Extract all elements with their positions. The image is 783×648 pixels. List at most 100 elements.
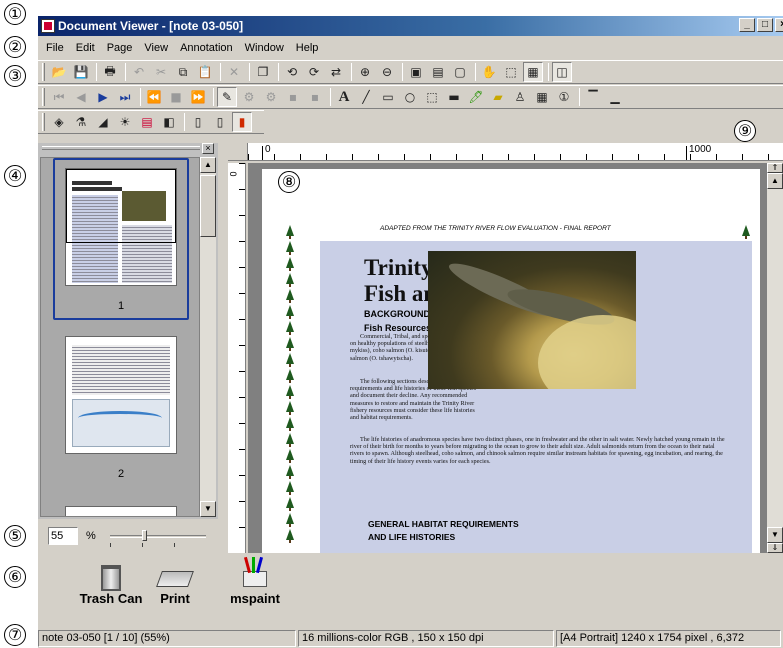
annotation-tool-1-icon[interactable]: ⚙ xyxy=(239,87,259,107)
close-button[interactable]: × xyxy=(775,18,783,32)
trash-can-shortcut[interactable]: Trash Can xyxy=(76,565,146,606)
rotate-left-icon[interactable]: ⟲ xyxy=(282,62,302,82)
menu-page[interactable]: Page xyxy=(101,42,139,54)
grayscale-icon[interactable]: ◧ xyxy=(159,112,179,132)
print-icon[interactable]: 🖶 xyxy=(100,62,120,82)
document-scroll-bottom-button[interactable]: ⇓ xyxy=(767,543,783,553)
color-balance-icon[interactable]: ▤ xyxy=(137,112,157,132)
gray-mode-icon[interactable]: ▯ xyxy=(210,112,230,132)
brightness-icon[interactable]: ☀ xyxy=(115,112,135,132)
stamp-tool-icon[interactable]: ♙ xyxy=(510,87,530,107)
header-icon[interactable]: ▔ xyxy=(583,87,603,107)
copy-icon[interactable]: ⧉ xyxy=(173,62,193,82)
footer-icon[interactable]: ▁ xyxy=(605,87,625,107)
tree-ornament xyxy=(286,497,294,511)
rotate-right-icon[interactable]: ⟳ xyxy=(304,62,324,82)
scroll-thumb[interactable] xyxy=(200,175,216,237)
actual-size-icon[interactable]: ▢ xyxy=(450,62,470,82)
status-page-size: [A4 Portrait] 1240 x 1754 pixel , 6,372 xyxy=(556,630,781,647)
fit-page-icon[interactable]: ▣ xyxy=(406,62,426,82)
ruler-origin-tick xyxy=(262,146,263,160)
date-stamp-icon[interactable]: ▦ xyxy=(532,87,552,107)
print-shortcut[interactable]: Print xyxy=(150,565,200,606)
ruler-1000-tick xyxy=(686,146,687,160)
last-page-icon[interactable]: ⏭ xyxy=(115,87,135,107)
menu-edit[interactable]: Edit xyxy=(70,42,101,54)
line-tool-icon[interactable]: ╱ xyxy=(356,87,376,107)
image-adjust-icon[interactable]: ◈ xyxy=(49,112,69,132)
thumbnail-page-1[interactable]: 1 xyxy=(53,158,189,320)
undo-icon[interactable]: ↶ xyxy=(129,62,149,82)
scroll-up-button[interactable]: ▲ xyxy=(200,157,216,173)
zoom-out-icon[interactable]: ⊖ xyxy=(377,62,397,82)
document-scrollbar[interactable]: ⇑ ▲ ▼ ⇓ xyxy=(767,163,783,553)
mspaint-shortcut[interactable]: mspaint xyxy=(220,556,290,606)
annotation-tool-4-icon[interactable]: ▪ xyxy=(305,87,325,107)
menu-help[interactable]: Help xyxy=(290,42,325,54)
hand-tool-icon[interactable]: ✋ xyxy=(479,62,499,82)
annotation-mode-icon[interactable]: ✎ xyxy=(217,87,237,107)
color-mode-icon[interactable]: ▮ xyxy=(232,112,252,132)
menu-file[interactable]: File xyxy=(40,42,70,54)
fit-width-icon[interactable]: ▤ xyxy=(428,62,448,82)
auto-play-icon[interactable]: ⏩ xyxy=(188,87,208,107)
auto-back-icon[interactable]: ⏪ xyxy=(144,87,164,107)
filled-rect-tool-icon[interactable]: ▬ xyxy=(444,87,464,107)
page-number-icon[interactable]: ① xyxy=(554,87,574,107)
tree-ornament xyxy=(286,321,294,335)
minimize-button[interactable]: _ xyxy=(739,18,755,32)
tree-ornament xyxy=(286,289,294,303)
delete-icon[interactable]: ✕ xyxy=(224,62,244,82)
duplicate-icon[interactable]: ❐ xyxy=(253,62,273,82)
highlighter-tool-icon[interactable]: ▰ xyxy=(488,87,508,107)
document-scroll-down-button[interactable]: ▼ xyxy=(767,527,783,543)
stop-icon[interactable]: ■ xyxy=(166,87,186,107)
menu-window[interactable]: Window xyxy=(239,42,290,54)
bw-mode-icon[interactable]: ▯ xyxy=(188,112,208,132)
tree-ornament xyxy=(286,433,294,447)
next-page-icon[interactable]: ▶ xyxy=(93,87,113,107)
document-view[interactable]: ADAPTED FROM THE TRINITY RIVER FLOW EVAL… xyxy=(248,163,768,553)
thumbnail-page-2[interactable]: 2 xyxy=(55,328,187,490)
app-icon xyxy=(41,19,55,33)
paste-icon[interactable]: 📋 xyxy=(195,62,215,82)
panel-toggle-icon[interactable]: ◫ xyxy=(552,62,572,82)
zoom-in-icon[interactable]: ⊕ xyxy=(355,62,375,82)
pen-tool-icon[interactable]: 🖊 xyxy=(466,87,486,107)
first-page-icon[interactable]: ⏮ xyxy=(49,87,69,107)
title-bar[interactable]: Document Viewer - [note 03-050] _ □ × xyxy=(38,16,783,36)
thumbnail-list[interactable]: 1 2 xyxy=(40,157,200,517)
thumbnail-page-3[interactable] xyxy=(55,498,187,516)
scroll-down-button[interactable]: ▼ xyxy=(200,501,216,517)
cut-icon[interactable]: ✂ xyxy=(151,62,171,82)
maximize-button[interactable]: □ xyxy=(757,18,773,32)
annotation-tool-2-icon[interactable]: ⚙ xyxy=(261,87,281,107)
thumbnail-close-button[interactable]: × xyxy=(202,143,214,154)
app-window: Document Viewer - [note 03-050] _ □ × Fi… xyxy=(38,16,783,648)
zoom-slider-thumb[interactable] xyxy=(142,530,147,541)
select-area-icon[interactable]: ⬚ xyxy=(501,62,521,82)
vertical-ruler: 0 xyxy=(228,163,246,553)
ruler-origin-label: 0 xyxy=(265,144,271,155)
zoom-slider-track[interactable] xyxy=(110,535,206,538)
thumbnail-scrollbar[interactable]: ▲ ▼ xyxy=(200,157,216,517)
tree-ornament xyxy=(286,225,294,239)
prev-page-icon[interactable]: ◀ xyxy=(71,87,91,107)
tree-ornament xyxy=(286,369,294,383)
menu-annotation[interactable]: Annotation xyxy=(174,42,239,54)
rectangle-tool-icon[interactable]: ▭ xyxy=(378,87,398,107)
document-scroll-up-button[interactable]: ▲ xyxy=(767,173,783,189)
thumbnail-view-icon[interactable]: ▦ xyxy=(523,62,543,82)
menu-view[interactable]: View xyxy=(138,42,174,54)
annotation-tool-3-icon[interactable]: ▪ xyxy=(283,87,303,107)
open-icon[interactable]: 📂 xyxy=(49,62,69,82)
text-tool-icon[interactable]: A xyxy=(334,87,354,107)
document-scroll-top-button[interactable]: ⇑ xyxy=(767,163,783,173)
sharpen-icon[interactable]: ◢ xyxy=(93,112,113,132)
zoom-input[interactable]: 55 xyxy=(48,527,78,545)
filter-icon[interactable]: ⚗ xyxy=(71,112,91,132)
dotted-rect-tool-icon[interactable]: ⬚ xyxy=(422,87,442,107)
flip-icon[interactable]: ⇄ xyxy=(326,62,346,82)
save-icon[interactable]: 💾 xyxy=(71,62,91,82)
ellipse-tool-icon[interactable]: ○ xyxy=(400,87,420,107)
